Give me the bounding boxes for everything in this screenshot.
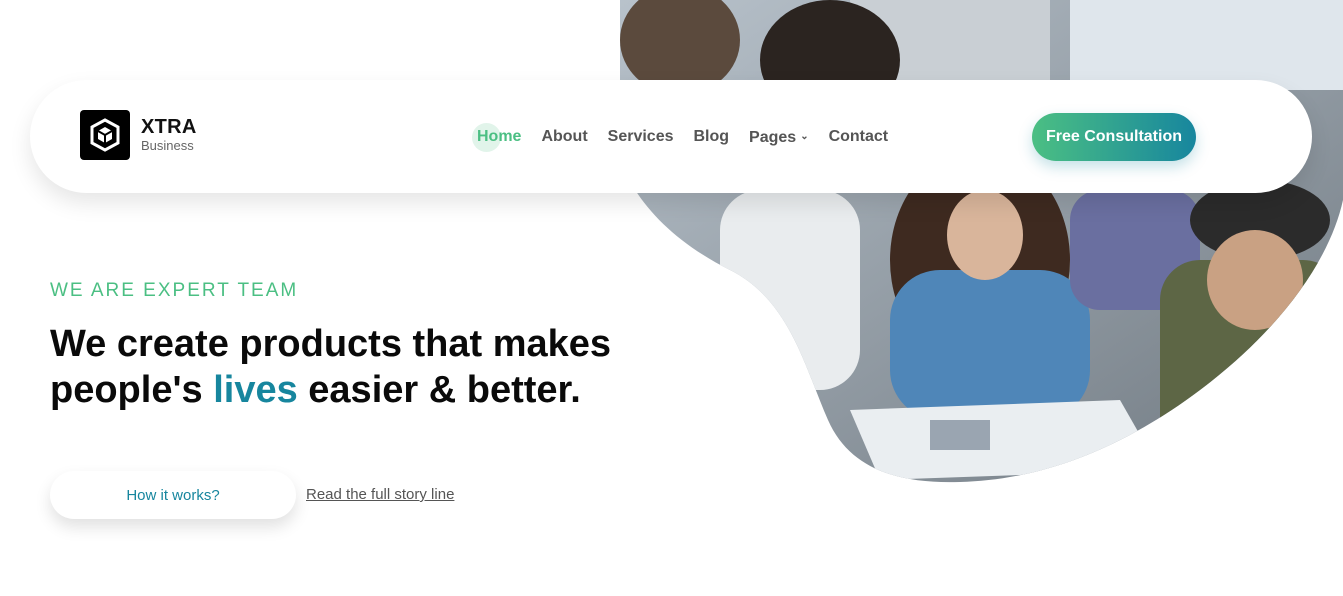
brand-tagline: Business xyxy=(141,137,194,153)
headline-line-2-end: easier & better. xyxy=(297,369,581,411)
cube-icon xyxy=(80,110,130,160)
read-story-link[interactable]: Read the full story line xyxy=(306,486,454,503)
nav-item-home[interactable]: Home xyxy=(471,123,521,152)
headline-line-2-start: people's xyxy=(50,369,214,411)
nav-item-pages[interactable]: Pages ⌄ xyxy=(749,125,809,150)
headline-line-1: We create products that makes xyxy=(50,323,612,365)
main-nav: Home About Services Blog Pages ⌄ Contact xyxy=(471,123,908,152)
headline-highlight: lives xyxy=(213,369,298,411)
nav-item-contact[interactable]: Contact xyxy=(829,125,889,149)
free-consultation-button[interactable]: Free Consultation xyxy=(1032,113,1196,161)
hero-team-photo xyxy=(600,0,1343,490)
brand-name: XTRA xyxy=(141,115,197,138)
hero-headline: We create products that makes people's l… xyxy=(50,321,611,413)
hero-eyebrow: WE ARE EXPERT TEAM xyxy=(50,280,299,301)
nav-item-about[interactable]: About xyxy=(541,125,587,149)
chevron-down-icon: ⌄ xyxy=(800,130,809,142)
nav-item-services[interactable]: Services xyxy=(608,125,674,149)
site-header: XTRA Business Home About Services Blog P… xyxy=(30,80,1312,193)
nav-item-blog[interactable]: Blog xyxy=(694,125,730,149)
how-it-works-button[interactable]: How it works? xyxy=(50,471,296,519)
brand-logo[interactable]: XTRA Business xyxy=(80,110,197,160)
